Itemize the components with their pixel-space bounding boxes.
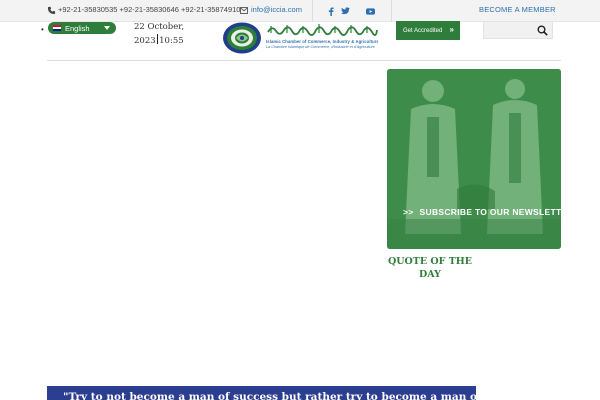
phone-icon bbox=[47, 6, 56, 15]
header-divider bbox=[47, 60, 561, 61]
quote-text: "Try to not become a man of success but … bbox=[63, 391, 476, 400]
language-label: English bbox=[65, 23, 90, 33]
language-selector[interactable]: English bbox=[48, 22, 116, 34]
quote-banner: "Try to not become a man of success but … bbox=[47, 386, 476, 400]
logo-english-name: Islamic Chamber of Commerce, Industry & … bbox=[266, 39, 378, 44]
mail-icon bbox=[240, 7, 248, 14]
subscribe-newsletter-link[interactable]: >> SUBSCRIBE TO OUR NEWSLETTER bbox=[403, 207, 561, 217]
uk-flag-icon bbox=[53, 25, 61, 31]
clock-time: 10:55 bbox=[159, 36, 184, 46]
date-year: 2023 bbox=[134, 36, 156, 46]
newsletter-card[interactable]: >> SUBSCRIBE TO OUR NEWSLETTER bbox=[387, 69, 561, 249]
top-bar: +92-21-35830535 +92-21-35830646 +92-21-3… bbox=[0, 0, 600, 22]
divider bbox=[391, 0, 392, 22]
search-icon[interactable] bbox=[537, 25, 548, 36]
youtube-icon[interactable] bbox=[365, 6, 375, 16]
iccia-emblem-icon bbox=[223, 22, 261, 54]
facebook-icon[interactable] bbox=[326, 6, 336, 16]
logo-arabic-wordmark bbox=[267, 24, 378, 36]
delegates-photo bbox=[387, 69, 561, 249]
quote-of-day-title: QUOTE OF THE bbox=[387, 256, 473, 267]
search-input[interactable] bbox=[483, 21, 553, 39]
phone-numbers: +92-21-35830535 +92-21-35830646 +92-21-3… bbox=[58, 5, 241, 14]
email-link[interactable]: info@iccia.com bbox=[251, 5, 302, 14]
chevron-down-icon bbox=[104, 26, 110, 30]
twitter-icon[interactable] bbox=[340, 6, 350, 16]
iccia-logo[interactable]: Islamic Chamber of Commerce, Industry & … bbox=[222, 22, 378, 54]
date-separator bbox=[156, 34, 159, 44]
double-chevron-right-icon: » bbox=[449, 25, 454, 34]
date-time: 2023 10:55 bbox=[134, 34, 184, 46]
become-member-link[interactable]: BECOME A MEMBER bbox=[479, 5, 556, 14]
double-chevron-right-icon: >> bbox=[403, 207, 414, 217]
bullet: • bbox=[41, 25, 44, 34]
subscribe-label: SUBSCRIBE TO OUR NEWSLETTER bbox=[419, 207, 561, 217]
date-day: 22 October, bbox=[134, 22, 185, 32]
get-accredited-label: Get Accredited bbox=[403, 27, 443, 34]
get-accredited-button[interactable]: Get Accredited » bbox=[396, 21, 460, 40]
divider bbox=[312, 0, 313, 22]
quote-of-day-title-line2: DAY bbox=[419, 269, 441, 280]
logo-french-name: La Chambre Islamique de Commerce, d'Indu… bbox=[266, 45, 375, 49]
